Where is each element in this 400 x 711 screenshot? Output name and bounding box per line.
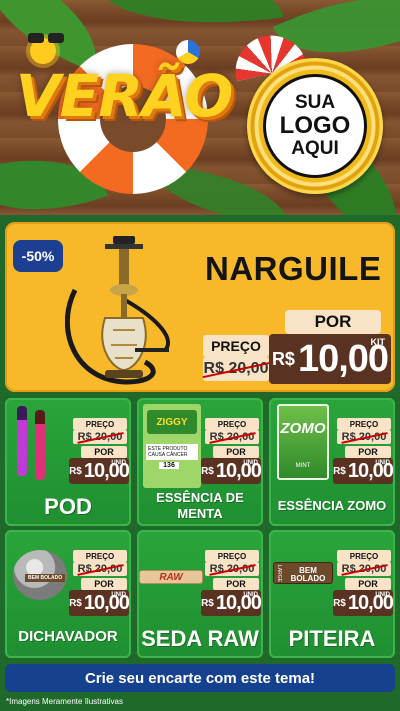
- currency-symbol: R$: [69, 465, 82, 477]
- logo-placeholder[interactable]: SUA LOGO AQUI: [247, 58, 383, 194]
- currency-symbol: R$: [333, 465, 346, 477]
- vape-pod-icon: [17, 406, 27, 476]
- por-label: POR: [285, 310, 381, 334]
- palm-leaf-decoration: [96, 0, 284, 43]
- por-label: POR: [345, 446, 391, 458]
- unit-label: UNID: [375, 592, 390, 598]
- product-card-seda-raw[interactable]: RAW PREÇO R$ 20,00 POR UNID R$ 10,00 SED…: [137, 530, 263, 658]
- product-name: PITEIRA: [288, 626, 376, 651]
- new-price: UNID R$ 10,00: [69, 590, 130, 616]
- price-tag: PREÇO R$ 20,00 POR UNID R$ 10,00: [199, 550, 262, 622]
- tobacco-pack-icon: ZIGGY ESTE PRODUTO CAUSA CÂNCER 136: [143, 404, 201, 488]
- logo-line-2: LOGO: [279, 112, 351, 140]
- product-name: SEDA RAW: [141, 626, 259, 651]
- product-card-essencia-menta[interactable]: ZIGGY ESTE PRODUTO CAUSA CÂNCER 136 PREÇ…: [137, 398, 263, 526]
- filter-tips-icon: LARGE BEM BOLADO: [273, 562, 333, 584]
- por-label: POR: [345, 578, 391, 590]
- pack-flavor: MINT: [295, 463, 311, 469]
- preco-label: PREÇO: [337, 418, 391, 430]
- currency-symbol: R$: [201, 597, 214, 609]
- product-card-dichavador[interactable]: BEM BOLADO PREÇO R$ 20,00 POR UNID R$ 10…: [5, 530, 131, 658]
- header-title: VERÃO: [15, 62, 234, 130]
- old-price: R$ 20,00: [73, 562, 127, 576]
- product-name: ESSÊNCIA DE MENTA: [156, 490, 244, 521]
- unit-label: UNID: [243, 460, 258, 466]
- beach-ball-icon: [176, 40, 200, 64]
- featured-product-name: NARGUILE: [205, 250, 382, 287]
- pack-warning: ESTE PRODUTO CAUSA CÂNCER: [146, 444, 198, 460]
- pack-brand: BEM BOLADO: [290, 566, 326, 583]
- logo-line-3: AQUI: [291, 137, 339, 159]
- old-price-value: R$ 20,00: [341, 431, 387, 443]
- price-tag: PREÇO R$ 20,00 POR UNID R$ 10,00: [67, 550, 130, 622]
- old-price-value: R$ 20,00: [77, 563, 123, 575]
- product-name: ESSÊNCIA ZOMO: [277, 498, 387, 513]
- old-price-value: R$ 20,00: [203, 360, 269, 377]
- new-price: UNID R$ 10,00: [201, 458, 262, 484]
- rolling-paper-icon: RAW: [139, 570, 203, 584]
- new-price: UNID R$ 10,00: [333, 458, 394, 484]
- price-tag: PREÇO R$ 20,00 POR UNID R$ 10,00: [67, 418, 130, 490]
- sunglasses-icon: [28, 30, 68, 43]
- old-price: R$ 20,00: [337, 562, 391, 576]
- old-price: R$ 20,00: [203, 357, 269, 381]
- product-name: POD: [44, 494, 92, 519]
- currency-symbol: R$: [271, 348, 295, 369]
- price-tag: PREÇO R$ 20,00 POR UNID R$ 10,00: [199, 418, 262, 490]
- featured-product-card[interactable]: -50% NARGUILE POR PREÇO R$ 20,00 KIT R$ …: [5, 222, 395, 392]
- product-card-essencia-zomo[interactable]: ZOMO MINT PREÇO R$ 20,00 POR UNID R$ 10,…: [269, 398, 395, 526]
- price-tag: PREÇO R$ 20,00 POR UNID R$ 10,00: [331, 550, 394, 622]
- currency-symbol: R$: [69, 597, 82, 609]
- old-price-value: R$ 20,00: [341, 563, 387, 575]
- preco-label: PREÇO: [337, 550, 391, 562]
- price-tag: PREÇO R$ 20,00 POR UNID R$ 10,00: [331, 418, 394, 490]
- hookah-icon: [65, 236, 170, 385]
- por-label: POR: [81, 578, 127, 590]
- unit-label: UNID: [243, 592, 258, 598]
- new-price: KIT R$ 10,00: [269, 334, 391, 384]
- product-name: DICHAVADOR: [18, 628, 118, 645]
- pack-code: 136: [159, 462, 179, 469]
- product-card-piteira[interactable]: LARGE BEM BOLADO PREÇO R$ 20,00 POR UNID…: [269, 530, 395, 658]
- pack-brand: ZOMO: [280, 420, 326, 437]
- por-label: POR: [81, 446, 127, 458]
- preco-label: PREÇO: [73, 550, 127, 562]
- vape-pod-icon: [35, 410, 45, 480]
- disclaimer-text: *Imagens Meramente Ilustrativas: [6, 697, 123, 706]
- logo-placeholder-inner: SUA LOGO AQUI: [263, 74, 367, 178]
- zomo-pack-icon: ZOMO MINT: [277, 404, 329, 480]
- unit-label: UNID: [111, 592, 126, 598]
- por-label: POR: [213, 446, 259, 458]
- currency-symbol: R$: [333, 597, 346, 609]
- new-price: UNID R$ 10,00: [333, 590, 394, 616]
- pack-brand: ZIGGY: [147, 410, 197, 434]
- por-label: POR: [213, 578, 259, 590]
- create-flyer-button[interactable]: Crie seu encarte com este tema!: [5, 664, 395, 692]
- product-card-pod[interactable]: PREÇO R$ 20,00 POR UNID R$ 10,00 POD: [5, 398, 131, 526]
- grinder-brand: BEM BOLADO: [25, 574, 66, 582]
- new-price: UNID R$ 10,00: [201, 590, 262, 616]
- pack-size: LARGE: [276, 565, 282, 582]
- preco-label: PREÇO: [205, 550, 259, 562]
- old-price-value: R$ 20,00: [77, 431, 123, 443]
- old-price: R$ 20,00: [337, 430, 391, 444]
- discount-badge: -50%: [13, 240, 63, 272]
- logo-line-1: SUA: [294, 92, 336, 114]
- unit-label: UNID: [111, 460, 126, 466]
- summer-header-banner: VERÃO SUA LOGO AQUI: [0, 0, 400, 215]
- preco-label: PREÇO: [73, 418, 127, 430]
- currency-symbol: R$: [201, 465, 214, 477]
- unit-label: UNID: [375, 460, 390, 466]
- unit-label: KIT: [370, 337, 386, 347]
- old-price-value: R$ 20,00: [209, 431, 255, 443]
- old-price: R$ 20,00: [73, 430, 127, 444]
- old-price: R$ 20,00: [205, 430, 259, 444]
- preco-label: PREÇO: [203, 335, 269, 357]
- featured-price-tag: POR PREÇO R$ 20,00 KIT R$ 10,00: [203, 310, 391, 386]
- new-price: UNID R$ 10,00: [69, 458, 130, 484]
- old-price: R$ 20,00: [205, 562, 259, 576]
- old-price-value: R$ 20,00: [209, 563, 255, 575]
- preco-label: PREÇO: [205, 418, 259, 430]
